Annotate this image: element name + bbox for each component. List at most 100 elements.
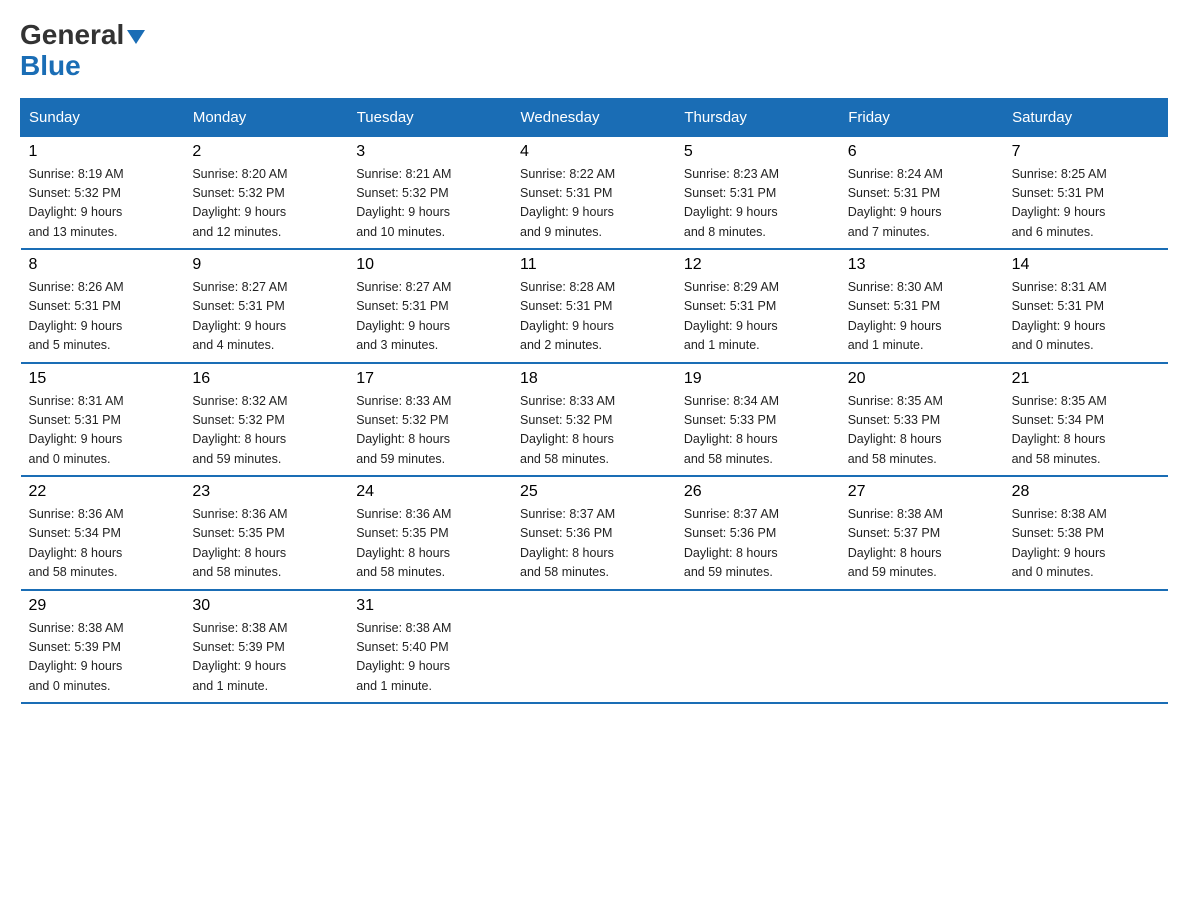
calendar-day-cell: 2 Sunrise: 8:20 AM Sunset: 5:32 PM Dayli… <box>184 136 348 249</box>
day-number: 31 <box>356 597 504 615</box>
calendar-day-cell: 16 Sunrise: 8:32 AM Sunset: 5:32 PM Dayl… <box>184 363 348 477</box>
calendar-day-cell <box>676 590 840 704</box>
day-info: Sunrise: 8:36 AM Sunset: 5:34 PM Dayligh… <box>29 505 177 583</box>
day-info: Sunrise: 8:38 AM Sunset: 5:38 PM Dayligh… <box>1012 505 1160 583</box>
calendar-day-cell: 31 Sunrise: 8:38 AM Sunset: 5:40 PM Dayl… <box>348 590 512 704</box>
day-number: 14 <box>1012 256 1160 274</box>
day-info: Sunrise: 8:23 AM Sunset: 5:31 PM Dayligh… <box>684 165 832 243</box>
page-header: GeneralBlue <box>20 20 1168 82</box>
day-number: 20 <box>848 370 996 388</box>
calendar-day-cell: 24 Sunrise: 8:36 AM Sunset: 5:35 PM Dayl… <box>348 476 512 590</box>
calendar-day-cell: 14 Sunrise: 8:31 AM Sunset: 5:31 PM Dayl… <box>1004 249 1168 363</box>
day-number: 10 <box>356 256 504 274</box>
calendar-day-cell: 13 Sunrise: 8:30 AM Sunset: 5:31 PM Dayl… <box>840 249 1004 363</box>
day-number: 13 <box>848 256 996 274</box>
day-info: Sunrise: 8:38 AM Sunset: 5:37 PM Dayligh… <box>848 505 996 583</box>
calendar-day-cell: 21 Sunrise: 8:35 AM Sunset: 5:34 PM Dayl… <box>1004 363 1168 477</box>
calendar-day-cell: 4 Sunrise: 8:22 AM Sunset: 5:31 PM Dayli… <box>512 136 676 249</box>
calendar-day-cell: 6 Sunrise: 8:24 AM Sunset: 5:31 PM Dayli… <box>840 136 1004 249</box>
calendar-day-cell: 26 Sunrise: 8:37 AM Sunset: 5:36 PM Dayl… <box>676 476 840 590</box>
calendar-day-cell: 15 Sunrise: 8:31 AM Sunset: 5:31 PM Dayl… <box>21 363 185 477</box>
day-info: Sunrise: 8:26 AM Sunset: 5:31 PM Dayligh… <box>29 278 177 356</box>
day-info: Sunrise: 8:38 AM Sunset: 5:39 PM Dayligh… <box>29 619 177 697</box>
weekday-header-thursday: Thursday <box>676 98 840 136</box>
day-number: 9 <box>192 256 340 274</box>
day-number: 19 <box>684 370 832 388</box>
day-number: 4 <box>520 143 668 161</box>
calendar-day-cell: 27 Sunrise: 8:38 AM Sunset: 5:37 PM Dayl… <box>840 476 1004 590</box>
day-info: Sunrise: 8:35 AM Sunset: 5:34 PM Dayligh… <box>1012 392 1160 470</box>
calendar-day-cell: 17 Sunrise: 8:33 AM Sunset: 5:32 PM Dayl… <box>348 363 512 477</box>
calendar-day-cell: 9 Sunrise: 8:27 AM Sunset: 5:31 PM Dayli… <box>184 249 348 363</box>
day-number: 15 <box>29 370 177 388</box>
calendar-body: 1 Sunrise: 8:19 AM Sunset: 5:32 PM Dayli… <box>21 136 1168 703</box>
day-number: 30 <box>192 597 340 615</box>
day-info: Sunrise: 8:28 AM Sunset: 5:31 PM Dayligh… <box>520 278 668 356</box>
calendar-day-cell: 18 Sunrise: 8:33 AM Sunset: 5:32 PM Dayl… <box>512 363 676 477</box>
weekday-header-monday: Monday <box>184 98 348 136</box>
weekday-header-wednesday: Wednesday <box>512 98 676 136</box>
day-info: Sunrise: 8:27 AM Sunset: 5:31 PM Dayligh… <box>356 278 504 356</box>
day-number: 7 <box>1012 143 1160 161</box>
calendar-day-cell: 11 Sunrise: 8:28 AM Sunset: 5:31 PM Dayl… <box>512 249 676 363</box>
day-info: Sunrise: 8:29 AM Sunset: 5:31 PM Dayligh… <box>684 278 832 356</box>
weekday-header-tuesday: Tuesday <box>348 98 512 136</box>
calendar-week-row: 1 Sunrise: 8:19 AM Sunset: 5:32 PM Dayli… <box>21 136 1168 249</box>
day-number: 26 <box>684 483 832 501</box>
day-info: Sunrise: 8:27 AM Sunset: 5:31 PM Dayligh… <box>192 278 340 356</box>
day-number: 5 <box>684 143 832 161</box>
day-info: Sunrise: 8:37 AM Sunset: 5:36 PM Dayligh… <box>684 505 832 583</box>
calendar-day-cell <box>1004 590 1168 704</box>
calendar-week-row: 15 Sunrise: 8:31 AM Sunset: 5:31 PM Dayl… <box>21 363 1168 477</box>
calendar-day-cell: 25 Sunrise: 8:37 AM Sunset: 5:36 PM Dayl… <box>512 476 676 590</box>
day-number: 21 <box>1012 370 1160 388</box>
day-info: Sunrise: 8:22 AM Sunset: 5:31 PM Dayligh… <box>520 165 668 243</box>
day-info: Sunrise: 8:21 AM Sunset: 5:32 PM Dayligh… <box>356 165 504 243</box>
calendar-day-cell: 20 Sunrise: 8:35 AM Sunset: 5:33 PM Dayl… <box>840 363 1004 477</box>
calendar-day-cell: 7 Sunrise: 8:25 AM Sunset: 5:31 PM Dayli… <box>1004 136 1168 249</box>
calendar-day-cell: 30 Sunrise: 8:38 AM Sunset: 5:39 PM Dayl… <box>184 590 348 704</box>
day-info: Sunrise: 8:36 AM Sunset: 5:35 PM Dayligh… <box>356 505 504 583</box>
calendar-day-cell: 3 Sunrise: 8:21 AM Sunset: 5:32 PM Dayli… <box>348 136 512 249</box>
day-info: Sunrise: 8:38 AM Sunset: 5:39 PM Dayligh… <box>192 619 340 697</box>
day-number: 3 <box>356 143 504 161</box>
day-number: 1 <box>29 143 177 161</box>
calendar-day-cell: 19 Sunrise: 8:34 AM Sunset: 5:33 PM Dayl… <box>676 363 840 477</box>
day-info: Sunrise: 8:20 AM Sunset: 5:32 PM Dayligh… <box>192 165 340 243</box>
calendar-week-row: 8 Sunrise: 8:26 AM Sunset: 5:31 PM Dayli… <box>21 249 1168 363</box>
calendar-week-row: 29 Sunrise: 8:38 AM Sunset: 5:39 PM Dayl… <box>21 590 1168 704</box>
day-info: Sunrise: 8:33 AM Sunset: 5:32 PM Dayligh… <box>356 392 504 470</box>
calendar-day-cell: 12 Sunrise: 8:29 AM Sunset: 5:31 PM Dayl… <box>676 249 840 363</box>
weekday-header-friday: Friday <box>840 98 1004 136</box>
calendar-header-row: SundayMondayTuesdayWednesdayThursdayFrid… <box>21 98 1168 136</box>
day-info: Sunrise: 8:36 AM Sunset: 5:35 PM Dayligh… <box>192 505 340 583</box>
day-info: Sunrise: 8:35 AM Sunset: 5:33 PM Dayligh… <box>848 392 996 470</box>
day-info: Sunrise: 8:25 AM Sunset: 5:31 PM Dayligh… <box>1012 165 1160 243</box>
calendar-day-cell: 28 Sunrise: 8:38 AM Sunset: 5:38 PM Dayl… <box>1004 476 1168 590</box>
day-info: Sunrise: 8:31 AM Sunset: 5:31 PM Dayligh… <box>1012 278 1160 356</box>
day-info: Sunrise: 8:37 AM Sunset: 5:36 PM Dayligh… <box>520 505 668 583</box>
day-number: 22 <box>29 483 177 501</box>
day-info: Sunrise: 8:31 AM Sunset: 5:31 PM Dayligh… <box>29 392 177 470</box>
calendar-day-cell: 29 Sunrise: 8:38 AM Sunset: 5:39 PM Dayl… <box>21 590 185 704</box>
day-number: 6 <box>848 143 996 161</box>
day-info: Sunrise: 8:30 AM Sunset: 5:31 PM Dayligh… <box>848 278 996 356</box>
calendar-day-cell: 22 Sunrise: 8:36 AM Sunset: 5:34 PM Dayl… <box>21 476 185 590</box>
day-number: 29 <box>29 597 177 615</box>
calendar-day-cell <box>512 590 676 704</box>
calendar-day-cell: 5 Sunrise: 8:23 AM Sunset: 5:31 PM Dayli… <box>676 136 840 249</box>
day-info: Sunrise: 8:38 AM Sunset: 5:40 PM Dayligh… <box>356 619 504 697</box>
day-number: 16 <box>192 370 340 388</box>
day-number: 12 <box>684 256 832 274</box>
calendar-day-cell: 1 Sunrise: 8:19 AM Sunset: 5:32 PM Dayli… <box>21 136 185 249</box>
day-number: 8 <box>29 256 177 274</box>
calendar-day-cell: 23 Sunrise: 8:36 AM Sunset: 5:35 PM Dayl… <box>184 476 348 590</box>
day-info: Sunrise: 8:24 AM Sunset: 5:31 PM Dayligh… <box>848 165 996 243</box>
day-info: Sunrise: 8:32 AM Sunset: 5:32 PM Dayligh… <box>192 392 340 470</box>
calendar-table: SundayMondayTuesdayWednesdayThursdayFrid… <box>20 98 1168 705</box>
day-number: 28 <box>1012 483 1160 501</box>
day-number: 25 <box>520 483 668 501</box>
calendar-day-cell: 10 Sunrise: 8:27 AM Sunset: 5:31 PM Dayl… <box>348 249 512 363</box>
day-number: 17 <box>356 370 504 388</box>
day-info: Sunrise: 8:33 AM Sunset: 5:32 PM Dayligh… <box>520 392 668 470</box>
